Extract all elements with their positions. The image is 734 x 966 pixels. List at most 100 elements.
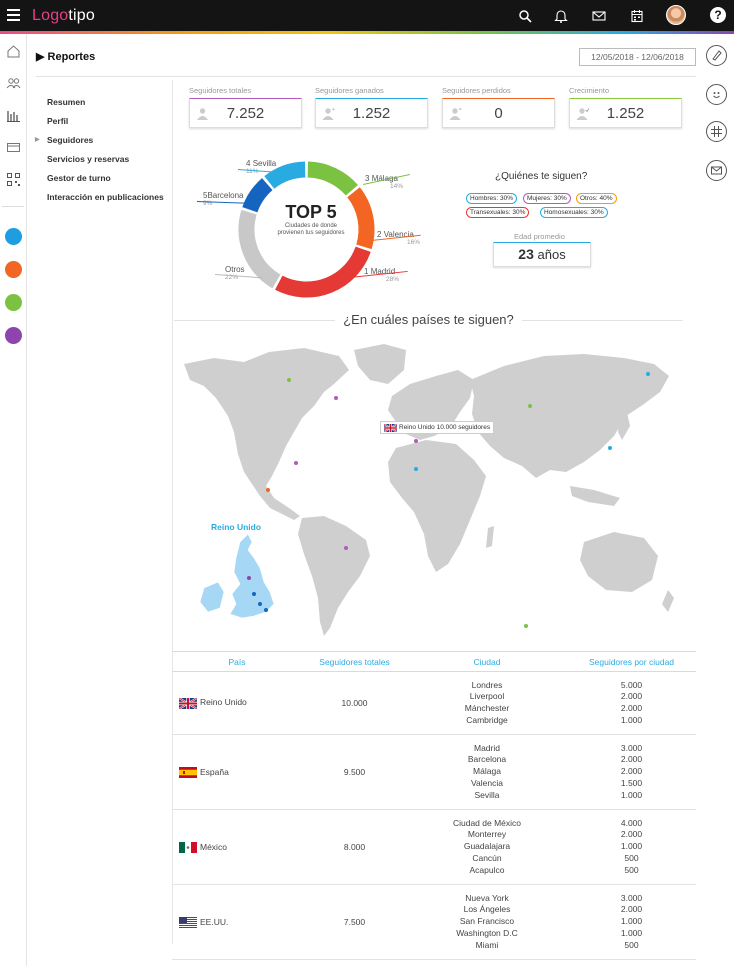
pill-hombres: Hombres: 30% — [466, 193, 517, 204]
menu-item-interaccion[interactable]: Interacción en publicaciones — [47, 191, 164, 210]
map-marker[interactable] — [528, 404, 532, 408]
city-followers: 2.000 — [620, 703, 643, 714]
menu-item-seguidores[interactable]: Seguidores — [35, 134, 164, 153]
cities-cell: Nueva York Los Ángeles San Francisco Washin… — [407, 884, 567, 961]
map-marker[interactable] — [344, 546, 348, 550]
users-icon[interactable] — [6, 76, 21, 91]
avatar[interactable] — [666, 5, 686, 25]
map-marker[interactable] — [287, 378, 291, 382]
city-name: Miami — [475, 939, 499, 950]
calendar-icon[interactable] — [627, 6, 647, 26]
mexico-flag-icon — [179, 841, 197, 853]
city-followers: 4.000 — [620, 817, 643, 828]
map-marker[interactable] — [524, 624, 528, 628]
mail-icon[interactable] — [589, 6, 609, 26]
age-label: Edad promedio — [514, 232, 565, 241]
map-marker[interactable] — [252, 592, 256, 596]
stat-label-ganados: Seguidores ganados — [315, 86, 384, 95]
madagascar — [486, 526, 494, 548]
stat-value: 1.252 — [352, 105, 391, 122]
country-name: Reino Unido — [200, 697, 247, 708]
south-america — [298, 516, 370, 636]
map-marker[interactable] — [646, 372, 650, 376]
pen-icon[interactable] — [706, 45, 727, 66]
card-icon[interactable] — [6, 140, 21, 155]
city-name: Acapulco — [469, 864, 505, 875]
map-marker[interactable] — [608, 446, 612, 450]
city-name: Ciudad de México — [452, 817, 522, 828]
map-marker[interactable] — [294, 461, 298, 465]
city-followers: 1.000 — [620, 928, 643, 939]
map-marker[interactable] — [247, 576, 251, 580]
country-name: EE.UU. — [200, 916, 229, 927]
menu-icon[interactable] — [7, 9, 20, 21]
app-orange-icon[interactable] — [5, 261, 22, 278]
bell-icon[interactable] — [551, 6, 571, 26]
country-total: 7.500 — [302, 884, 407, 961]
donut-segment-madrid — [275, 246, 371, 298]
map-title: ¿En cuáles países te siguen? — [174, 312, 683, 327]
city-name: Barcelona — [467, 754, 507, 765]
map-marker[interactable] — [258, 602, 262, 606]
city-name: Sevilla — [474, 789, 500, 800]
world-map — [184, 344, 674, 636]
brand-stripe — [0, 31, 734, 34]
city-name: Monterrey — [467, 829, 507, 840]
top-bar: Logotipo ? — [0, 0, 734, 31]
city-followers: 1.000 — [620, 789, 643, 800]
uk-flag-icon — [179, 697, 197, 709]
country-total: 10.000 — [302, 671, 407, 736]
app-purple-icon[interactable] — [5, 327, 22, 344]
app-blue-icon[interactable] — [5, 228, 22, 245]
city-followers: 1.000 — [620, 841, 643, 852]
logo[interactable]: Logotipo — [32, 7, 95, 25]
header-divider — [36, 76, 696, 77]
donut-label-sevilla: 4 Sevilla 11% — [246, 159, 277, 175]
city-values-cell: 4.000 2.000 1.000 500 500 — [567, 809, 696, 886]
page-title: ▶ Reportes — [36, 51, 96, 63]
city-name: Cancún — [472, 853, 502, 864]
country-total: 9.500 — [302, 734, 407, 811]
search-icon[interactable] — [515, 6, 535, 26]
menu-item-servicios[interactable]: Servicios y reservas — [47, 153, 164, 172]
uk-flag-icon — [384, 424, 397, 432]
australia — [580, 532, 658, 592]
hashtag-icon[interactable] — [706, 121, 727, 142]
country-cell: EE.UU. — [172, 884, 302, 961]
map-marker[interactable] — [414, 439, 418, 443]
col-seguidores-ciudad: Seguidores por ciudad — [567, 651, 696, 672]
message-icon[interactable] — [706, 160, 727, 181]
city-followers: 2.000 — [620, 766, 643, 777]
city-name: Londres — [471, 679, 503, 690]
city-name: Mánchester — [464, 703, 510, 714]
bar-chart-icon[interactable] — [6, 108, 21, 123]
city-followers: 1.000 — [620, 916, 643, 927]
donut-label-barcelona: 5Barcelona 9% — [203, 191, 244, 207]
city-name: Washington D.C — [456, 928, 518, 939]
map-marker[interactable] — [334, 396, 338, 400]
country-cell: España — [172, 734, 302, 811]
spain-flag-icon — [179, 766, 197, 778]
pill-mujeres: Mujeres: 30% — [523, 193, 571, 204]
map-marker[interactable] — [414, 467, 418, 471]
menu-item-gestor[interactable]: Gestor de turno — [47, 172, 164, 191]
home-icon[interactable] — [6, 44, 21, 59]
age-value: 23 — [518, 246, 534, 262]
uk-inset-map — [199, 533, 275, 619]
stat-label-crecimiento: Crecimiento — [569, 86, 610, 95]
qr-code-icon[interactable] — [6, 172, 21, 187]
city-name: Liverpool — [469, 691, 505, 702]
greenland — [354, 344, 406, 384]
emoji-icon[interactable] — [706, 84, 727, 105]
app-green-icon[interactable] — [5, 294, 22, 311]
date-range-picker[interactable]: 12/05/2018 - 12/06/2018 — [579, 48, 696, 66]
col-ciudad: Ciudad — [407, 651, 567, 672]
help-icon[interactable]: ? — [710, 7, 726, 23]
menu-item-perfil[interactable]: Perfil — [47, 115, 164, 134]
map-marker[interactable] — [266, 488, 270, 492]
menu-item-resumen[interactable]: Resumen — [47, 96, 164, 115]
table-row: España 9.500 Madrid Barcelona Málaga Valencia… — [172, 734, 696, 811]
map-marker[interactable] — [264, 608, 268, 612]
pill-homosexuales: Homosexuales: 30% — [540, 207, 608, 218]
southeast-asia — [570, 486, 620, 506]
